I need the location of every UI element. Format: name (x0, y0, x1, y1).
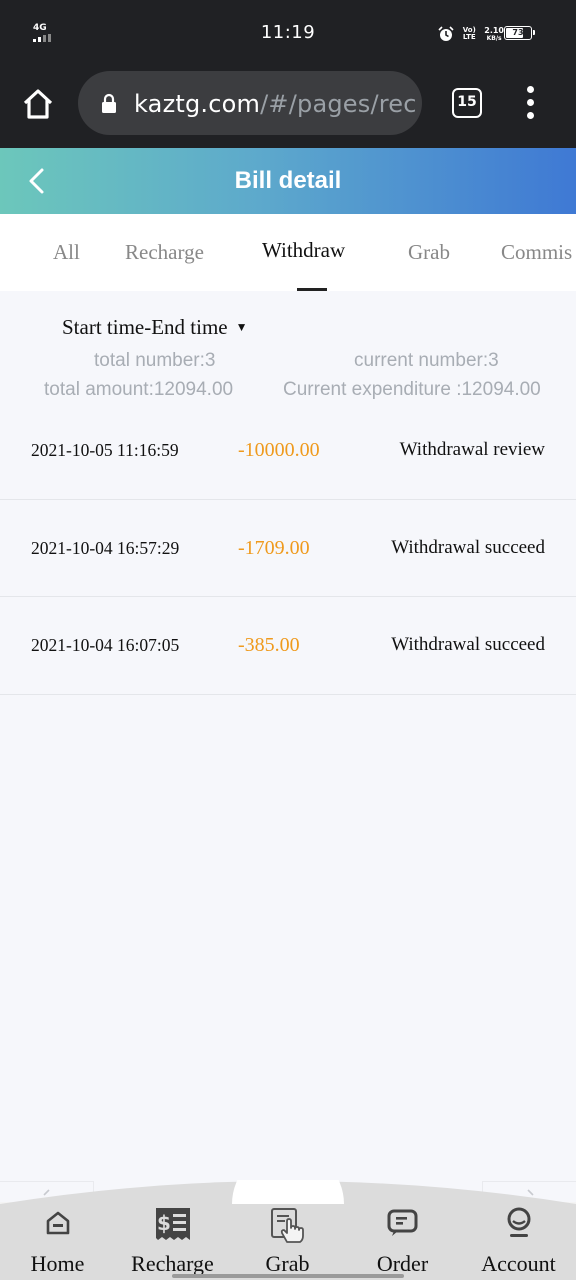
bill-time: 2021-10-04 16:07:05 (31, 635, 180, 655)
volte-indicator: Vo) LTE (462, 26, 476, 41)
order-icon (387, 1209, 417, 1236)
nav-account-label: Account (481, 1251, 556, 1276)
nav-home-label: Home (30, 1251, 85, 1276)
network-speed: 2.10 KB/s (484, 25, 504, 42)
bill-amount: -1709.00 (238, 536, 310, 559)
tab-commission[interactable]: Commis (501, 240, 572, 265)
current-expenditure: Current expenditure :12094.00 (283, 379, 541, 400)
tab-recharge[interactable]: Recharge (125, 240, 204, 265)
url-text[interactable]: kaztg.com/#/pages/rec (134, 90, 417, 118)
url-host: kaztg.com (134, 90, 261, 118)
svg-text:$: $ (157, 1211, 171, 1235)
bill-type-tabs: All Recharge Withdraw Grab Commis (0, 214, 576, 291)
bill-time: 2021-10-05 11:16:59 (31, 440, 179, 460)
address-bar[interactable]: kaztg.com/#/pages/rec (78, 71, 422, 135)
menu-dot (527, 112, 534, 119)
status-icons: Vo) LTE 2.10 KB/s (438, 24, 504, 44)
gesture-home-indicator[interactable] (172, 1274, 404, 1278)
speed-value: 2.10 (484, 25, 504, 35)
browser-toolbar: kaztg.com/#/pages/rec 15 (0, 66, 576, 148)
battery-nub (533, 30, 535, 35)
bill-row[interactable]: 2021-10-05 11:16:59 -10000.00 Withdrawal… (0, 402, 576, 500)
tab-withdraw[interactable]: Withdraw (262, 238, 345, 263)
dropdown-caret-icon: ▼ (235, 320, 248, 334)
lock-icon (102, 93, 116, 113)
bill-status: Withdrawal succeed (391, 634, 545, 655)
battery-icon: 73 (504, 26, 535, 40)
total-amount: total amount:12094.00 (44, 379, 234, 400)
nav-grab[interactable]: Grab (230, 1204, 345, 1280)
bill-list: 2021-10-05 11:16:59 -10000.00 Withdrawal… (0, 402, 576, 695)
bill-row[interactable]: 2021-10-04 16:07:05 -385.00 Withdrawal s… (0, 597, 576, 695)
menu-dot (527, 99, 534, 106)
total-number: total number:3 (94, 350, 216, 371)
bottom-navigation: Home $ Recharge Grab Order Account (0, 1180, 576, 1280)
bill-amount: -385.00 (238, 634, 300, 656)
nav-account[interactable]: Account (461, 1204, 576, 1280)
status-bar: 4G 11:19 Vo) LTE 2.10 KB/s 73 (0, 0, 576, 66)
account-icon (507, 1207, 530, 1237)
url-path: /#/pages/rec (260, 90, 417, 118)
speed-unit: KB/s (486, 34, 502, 42)
home-icon (46, 1211, 69, 1235)
active-tab-indicator (297, 288, 327, 291)
bill-status: Withdrawal succeed (391, 536, 545, 558)
bill-time: 2021-10-04 16:57:29 (31, 537, 180, 558)
alarm-icon (438, 26, 454, 41)
bill-amount: -10000.00 (238, 439, 320, 461)
grab-hand-icon (270, 1208, 304, 1243)
date-range-label: Start time-End time (62, 315, 228, 339)
browser-home-icon[interactable] (20, 86, 56, 122)
nav-home[interactable]: Home (0, 1204, 115, 1280)
battery-percent: 73 (512, 28, 524, 37)
app-header: Bill detail (0, 148, 576, 214)
date-range-filter[interactable]: Start time-End time ▼ (62, 315, 248, 340)
recharge-receipt-icon: $ (155, 1208, 190, 1240)
tab-grab[interactable]: Grab (408, 240, 450, 265)
bill-status: Withdrawal review (399, 439, 545, 460)
current-number: current number:3 (354, 350, 499, 371)
tab-switcher-button[interactable]: 15 (452, 88, 482, 118)
browser-menu-icon[interactable] (524, 86, 538, 120)
tab-all[interactable]: All (53, 240, 80, 265)
nav-recharge[interactable]: $ Recharge (115, 1204, 230, 1280)
page-title: Bill detail (234, 167, 342, 194)
bill-row[interactable]: 2021-10-04 16:57:29 -1709.00 Withdrawal … (0, 500, 576, 597)
menu-dot (527, 86, 534, 93)
nav-order[interactable]: Order (345, 1204, 460, 1280)
